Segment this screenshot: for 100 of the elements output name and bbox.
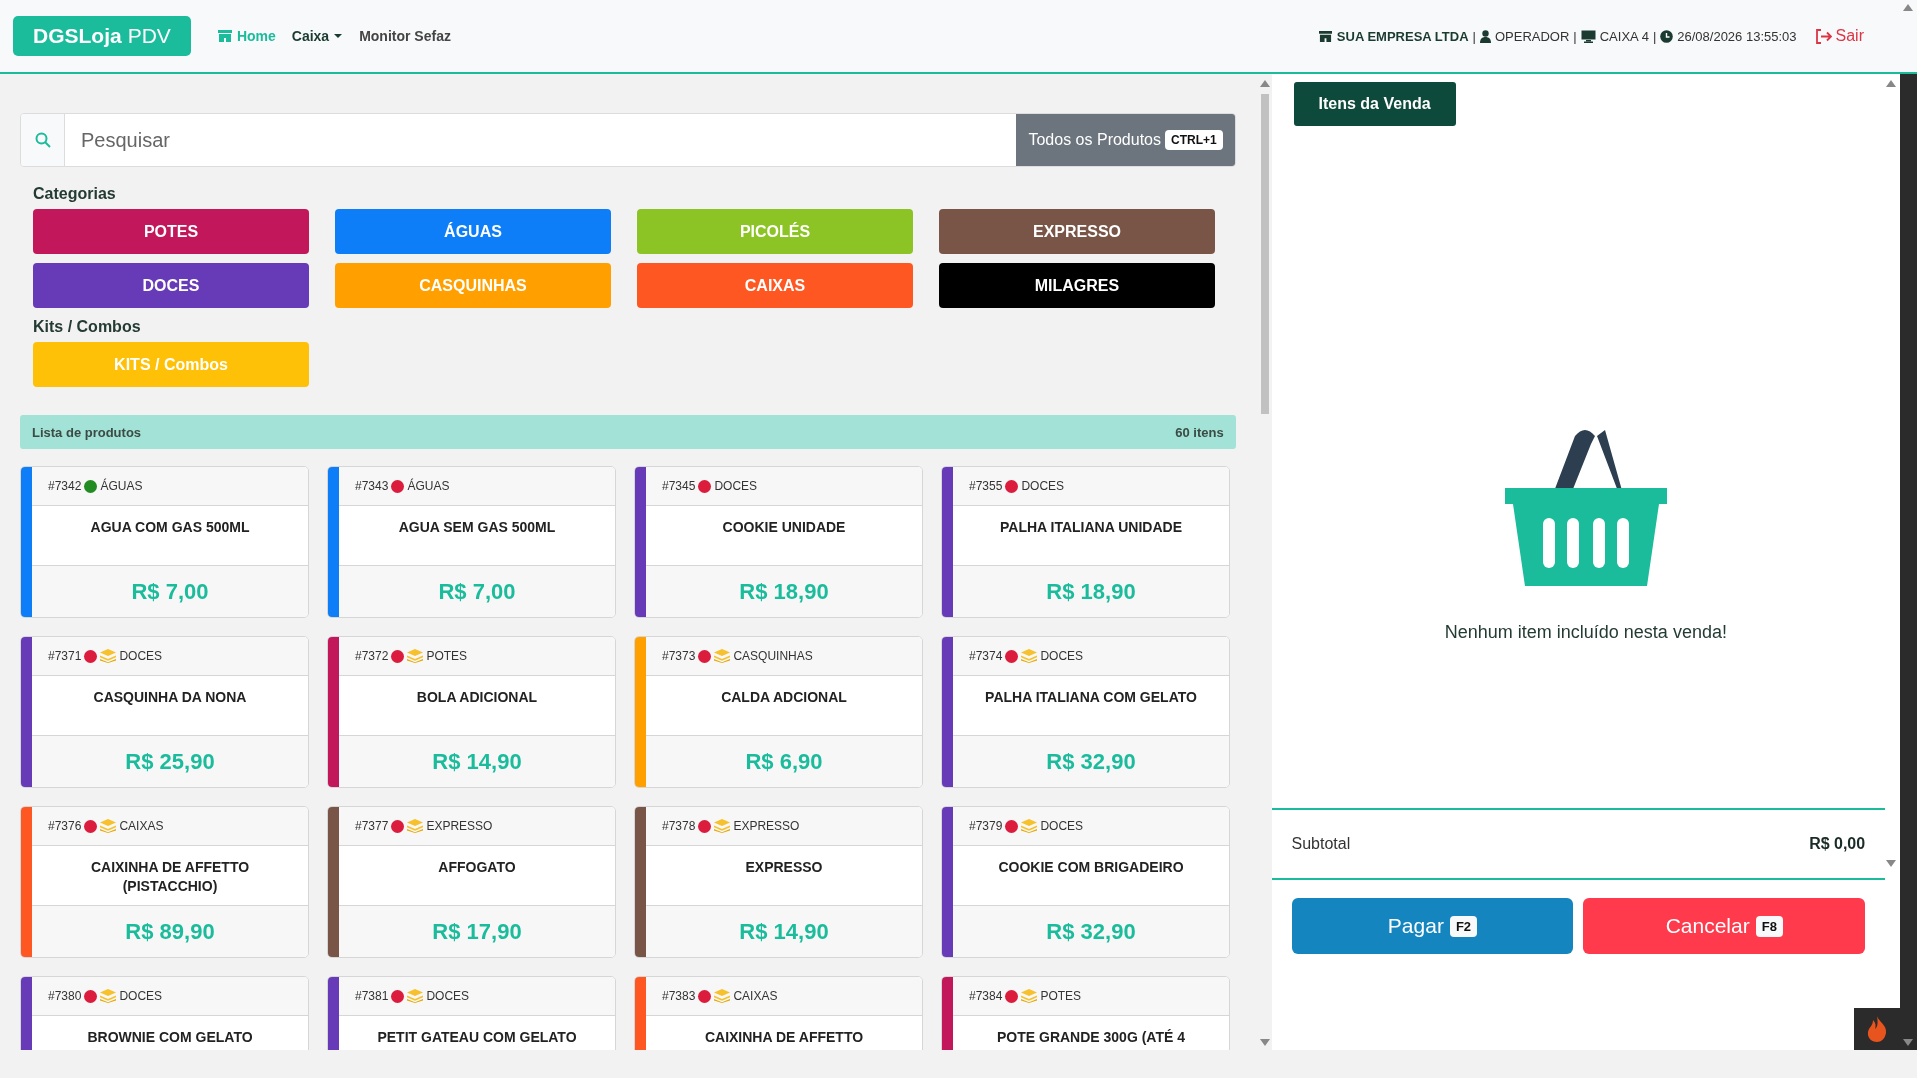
product-category: ÁGUAS: [100, 479, 143, 493]
product-price: R$ 18,90: [739, 578, 829, 605]
product-card[interactable]: #7343 ÁGUAS AGUA SEM GAS 500ML R$ 7,00: [327, 466, 616, 618]
product-price: R$ 32,90: [1046, 748, 1136, 775]
product-name: COOKIE COM BRIGADEIRO: [998, 859, 1184, 875]
product-code: #7343: [355, 479, 389, 493]
product-category: CAIXAS: [119, 819, 164, 833]
scroll-up-icon[interactable]: [1903, 4, 1913, 11]
product-category: EXPRESSO: [426, 819, 493, 833]
product-card[interactable]: #7355 DOCES PALHA ITALIANA UNIDADE R$ 18,90: [941, 466, 1230, 618]
product-name: PALHA ITALIANA COM GELATO: [985, 689, 1197, 705]
product-card[interactable]: #7380 DOCES BROWNIE COM GELATO: [20, 976, 309, 1050]
product-name: EXPRESSO: [745, 859, 823, 875]
product-code: #7379: [969, 819, 1003, 833]
category-button[interactable]: DOCES: [33, 263, 309, 308]
nav-link[interactable]: Caixa: [291, 28, 344, 44]
product-category: DOCES: [714, 479, 758, 493]
product-name: AFFOGATO: [438, 859, 516, 875]
sale-items-tab[interactable]: Itens da Venda: [1293, 82, 1456, 126]
shortcut-key: F2: [1449, 915, 1478, 937]
product-price: R$ 18,90: [1046, 578, 1136, 605]
product-code: #7384: [969, 989, 1003, 1003]
product-category: POTES: [426, 649, 468, 663]
product-name: PETIT GATEAU COM GELATO: [377, 1029, 577, 1045]
category-button[interactable]: EXPRESSO: [939, 209, 1215, 254]
product-category: CAIXAS: [733, 989, 778, 1003]
product-name: AGUA COM GAS 500ML: [90, 519, 250, 535]
product-category: DOCES: [1040, 649, 1084, 663]
product-card[interactable]: #7383 CAIXAS CAIXINHA DE AFFETTO: [634, 976, 923, 1050]
product-name: CALDA ADCIONAL: [721, 689, 847, 705]
monitor-icon: [1580, 29, 1596, 43]
logout-link[interactable]: Sair: [1814, 27, 1864, 45]
all-products-button[interactable]: Todos os Produtos CTRL+1: [1016, 114, 1235, 166]
product-card[interactable]: #7372 POTES BOLA ADICIONAL R$ 14,90: [327, 636, 616, 788]
subtotal-value: R$ 0,00: [1809, 835, 1866, 853]
product-price: R$ 25,90: [125, 748, 215, 775]
product-category: DOCES: [119, 989, 163, 1003]
product-code: #7380: [48, 989, 82, 1003]
section-title: Kits / Combos: [33, 318, 142, 336]
product-price: R$ 14,90: [432, 748, 522, 775]
category-button[interactable]: MILAGRES: [939, 263, 1215, 308]
product-code: #7376: [48, 819, 82, 833]
category-button[interactable]: POTES: [33, 209, 309, 254]
list-title: Lista de produtos: [32, 424, 142, 440]
product-category: CASQUINHAS: [733, 649, 813, 663]
product-category: ÁGUAS: [407, 479, 450, 493]
product-card[interactable]: #7374 DOCES PALHA ITALIANA COM GELATO R$ 32,90: [941, 636, 1230, 788]
product-code: #7381: [355, 989, 389, 1003]
nav-link[interactable]: Monitor Sefaz: [359, 28, 451, 44]
product-card[interactable]: #7342 ÁGUAS AGUA COM GAS 500ML R$ 7,00: [20, 466, 309, 618]
date-time: 26/08/2026 13:55:03: [1677, 28, 1797, 44]
product-category: DOCES: [426, 989, 470, 1003]
product-name: BOLA ADICIONAL: [416, 689, 538, 705]
product-price: R$ 89,90: [125, 918, 215, 945]
fire-button[interactable]: [1854, 1008, 1900, 1050]
product-code: #7377: [355, 819, 389, 833]
product-category: EXPRESSO: [733, 819, 800, 833]
product-code: #7371: [48, 649, 82, 663]
product-card[interactable]: #7373 CASQUINHAS CALDA ADCIONAL R$ 6,90: [634, 636, 923, 788]
product-card[interactable]: #7376 CAIXAS CAIXINHA DE AFFETTO (PISTACCHIO) R$ 89,90: [20, 806, 309, 958]
item-count: 60 itens: [1175, 424, 1224, 440]
product-card[interactable]: #7345 DOCES COOKIE UNIDADE R$ 18,90: [634, 466, 923, 618]
register-name: CAIXA 4: [1599, 28, 1649, 44]
product-code: #7383: [662, 989, 696, 1003]
product-price: R$ 17,90: [432, 918, 522, 945]
product-card[interactable]: #7379 DOCES COOKIE COM BRIGADEIRO R$ 32,90: [941, 806, 1230, 958]
product-code: #7378: [662, 819, 696, 833]
section-title: Categorias: [33, 185, 117, 203]
shortcut-key: CTRL+1: [1165, 130, 1223, 150]
product-code: #7345: [662, 479, 696, 493]
product-name: CAIXINHA DE AFFETTO (PISTACCHIO): [90, 859, 250, 894]
product-name: PALHA ITALIANA UNIDADE: [1000, 519, 1182, 535]
separator: |: [1652, 28, 1657, 44]
product-card[interactable]: #7381 DOCES PETIT GATEAU COM GELATO: [327, 976, 616, 1050]
clock-icon: [1660, 29, 1674, 43]
product-card[interactable]: #7384 POTES POTE GRANDE 300G (ATÉ 4: [941, 976, 1230, 1050]
product-price: R$ 7,00: [131, 578, 209, 605]
shortcut-key: F8: [1755, 915, 1783, 937]
product-name: CASQUINHA DA NONA: [93, 689, 247, 705]
product-card[interactable]: #7377 EXPRESSO AFFOGATO R$ 17,90: [327, 806, 616, 958]
operator-name: OPERADOR: [1494, 28, 1570, 44]
subtotal-label: Subtotal: [1291, 835, 1351, 853]
category-button[interactable]: ÁGUAS: [335, 209, 611, 254]
pay-button[interactable]: Pagar F2: [1291, 898, 1574, 954]
caret-icon: [333, 33, 344, 39]
product-card[interactable]: #7378 EXPRESSO EXPRESSO R$ 14,90: [634, 806, 923, 958]
separator: |: [1573, 28, 1577, 44]
product-category: DOCES: [1021, 479, 1065, 493]
product-name: COOKIE UNIDADE: [722, 519, 846, 535]
product-code: #7373: [662, 649, 696, 663]
product-card[interactable]: #7371 DOCES CASQUINHA DA NONA R$ 25,90: [20, 636, 309, 788]
product-code: #7342: [48, 479, 82, 493]
product-code: #7374: [969, 649, 1003, 663]
separator: |: [1472, 28, 1476, 44]
cancel-button[interactable]: Cancelar F8: [1583, 898, 1866, 954]
search-field[interactable]: Pesquisar Todos os Produtos CTRL+1: [20, 113, 1236, 167]
store-icon: [1317, 29, 1333, 43]
product-category: POTES: [1040, 989, 1082, 1003]
search-icon: [34, 132, 51, 148]
flame-icon: [1867, 1016, 1887, 1042]
